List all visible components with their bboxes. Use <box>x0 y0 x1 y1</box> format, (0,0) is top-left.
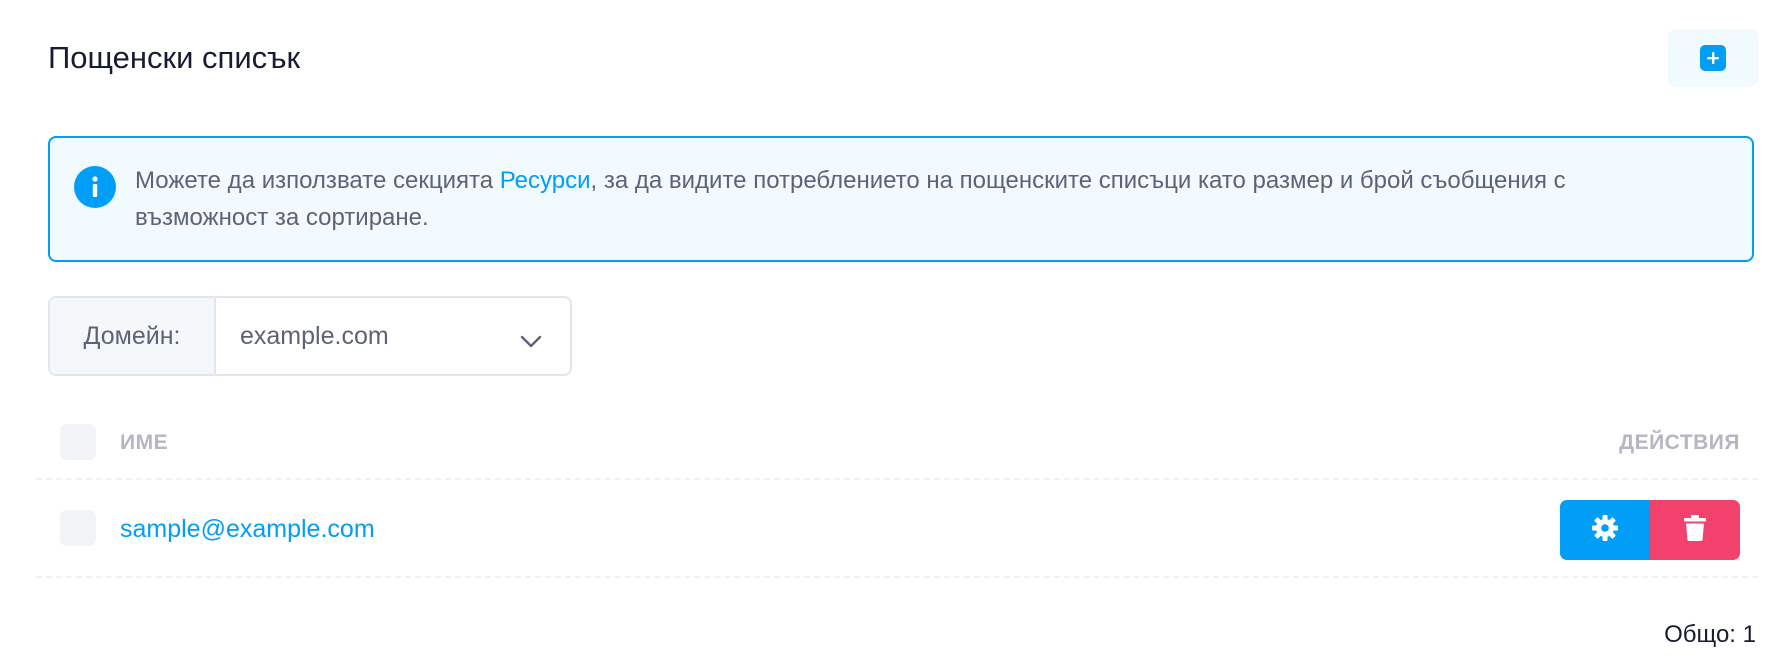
chevron-down-icon <box>520 327 542 356</box>
page-header: Пощенски списък <box>48 0 1758 118</box>
total-count: Общо: 1 <box>1664 620 1756 650</box>
mailing-list-email-link[interactable]: sample@example.com <box>120 514 375 544</box>
plus-square-icon <box>1700 45 1726 71</box>
mailing-list-table: ИМЕ ДЕЙСТВИЯ sample@example.com <box>36 406 1758 578</box>
row-actions <box>1560 500 1740 560</box>
settings-button[interactable] <box>1560 500 1650 560</box>
table-header: ИМЕ ДЕЙСТВИЯ <box>36 406 1758 480</box>
trash-icon <box>1683 514 1707 547</box>
mailing-list-page: Пощенски списък Можете да използвате сек… <box>0 0 1774 664</box>
notice-text-before: Можете да използвате секцията <box>135 167 500 194</box>
gear-icon <box>1591 514 1619 547</box>
row-checkbox[interactable] <box>60 510 96 546</box>
info-icon <box>74 166 116 208</box>
info-notice: Можете да използвате секцията Ресурси, з… <box>48 136 1754 262</box>
add-mailing-list-button[interactable] <box>1668 29 1758 87</box>
select-all-checkbox[interactable] <box>60 424 96 460</box>
total-label: Общо: <box>1664 621 1736 648</box>
total-value: 1 <box>1742 621 1756 648</box>
resources-link[interactable]: Ресурси <box>500 167 591 194</box>
column-header-actions: ДЕЙСТВИЯ <box>1619 431 1740 454</box>
domain-filter-label: Домейн: <box>50 298 216 374</box>
delete-button[interactable] <box>1650 500 1740 560</box>
notice-text: Можете да използвате секцията Ресурси, з… <box>135 162 1695 236</box>
table-row: sample@example.com <box>36 480 1758 578</box>
domain-filter: Домейн: example.com <box>48 296 572 376</box>
page-title: Пощенски списък <box>48 40 301 75</box>
domain-select[interactable]: example.com <box>216 298 570 374</box>
domain-select-value: example.com <box>240 321 389 350</box>
column-header-name: ИМЕ <box>120 431 169 454</box>
